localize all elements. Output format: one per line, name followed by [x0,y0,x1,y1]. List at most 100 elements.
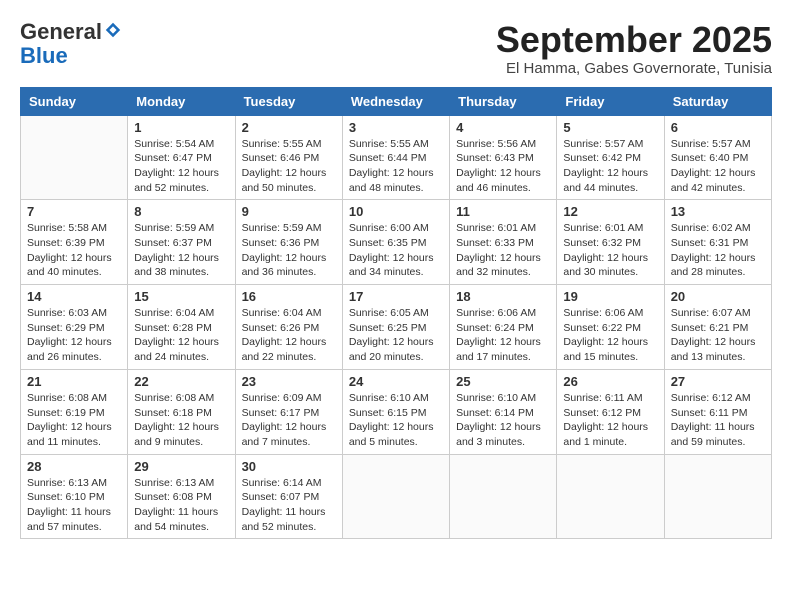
day-info: Sunrise: 6:01 AM Sunset: 6:32 PM Dayligh… [563,221,657,280]
day-info: Sunrise: 6:07 AM Sunset: 6:21 PM Dayligh… [671,306,765,365]
day-info: Sunrise: 6:02 AM Sunset: 6:31 PM Dayligh… [671,221,765,280]
day-number: 25 [456,374,550,389]
day-number: 2 [242,120,336,135]
calendar-col-header: Tuesday [235,87,342,115]
calendar-day-cell: 9 Sunrise: 5:59 AM Sunset: 6:36 PM Daylig… [235,200,342,285]
calendar-day-cell: 13 Sunrise: 6:02 AM Sunset: 6:31 PM Dayli… [664,200,771,285]
calendar-day-cell: 30 Sunrise: 6:14 AM Sunset: 6:07 PM Dayli… [235,454,342,539]
calendar-day-cell: 27 Sunrise: 6:12 AM Sunset: 6:11 PM Dayli… [664,369,771,454]
calendar-col-header: Saturday [664,87,771,115]
logo-blue-text: Blue [20,43,68,68]
calendar-week-row: 7 Sunrise: 5:58 AM Sunset: 6:39 PM Daylig… [21,200,772,285]
day-number: 3 [349,120,443,135]
day-info: Sunrise: 6:08 AM Sunset: 6:19 PM Dayligh… [27,391,121,450]
calendar-day-cell: 3 Sunrise: 5:55 AM Sunset: 6:44 PM Daylig… [342,115,449,200]
day-number: 12 [563,204,657,219]
calendar-col-header: Wednesday [342,87,449,115]
calendar-day-cell: 11 Sunrise: 6:01 AM Sunset: 6:33 PM Dayli… [450,200,557,285]
calendar-day-cell: 28 Sunrise: 6:13 AM Sunset: 6:10 PM Dayli… [21,454,128,539]
day-number: 30 [242,459,336,474]
day-info: Sunrise: 6:04 AM Sunset: 6:28 PM Dayligh… [134,306,228,365]
day-number: 8 [134,204,228,219]
calendar-col-header: Monday [128,87,235,115]
day-info: Sunrise: 6:00 AM Sunset: 6:35 PM Dayligh… [349,221,443,280]
day-number: 27 [671,374,765,389]
day-info: Sunrise: 6:05 AM Sunset: 6:25 PM Dayligh… [349,306,443,365]
day-number: 11 [456,204,550,219]
calendar-day-cell: 23Sunrise: 6:09 AM Sunset: 6:17 PM Dayli… [235,369,342,454]
day-number: 1 [134,120,228,135]
calendar-header-row: SundayMondayTuesdayWednesdayThursdayFrid… [21,87,772,115]
day-info: Sunrise: 5:55 AM Sunset: 6:46 PM Dayligh… [242,137,336,196]
day-number: 18 [456,289,550,304]
calendar-day-cell: 29Sunrise: 6:13 AM Sunset: 6:08 PM Dayli… [128,454,235,539]
day-info: Sunrise: 6:12 AM Sunset: 6:11 PM Dayligh… [671,391,765,450]
calendar-day-cell [664,454,771,539]
calendar-day-cell: 18Sunrise: 6:06 AM Sunset: 6:24 PM Dayli… [450,285,557,370]
day-number: 21 [27,374,121,389]
day-info: Sunrise: 5:56 AM Sunset: 6:43 PM Dayligh… [456,137,550,196]
calendar-day-cell: 16 Sunrise: 6:04 AM Sunset: 6:26 PM Dayli… [235,285,342,370]
day-info: Sunrise: 5:59 AM Sunset: 6:36 PM Dayligh… [242,221,336,280]
calendar-table: SundayMondayTuesdayWednesdayThursdayFrid… [20,87,772,540]
day-number: 9 [242,204,336,219]
day-number: 23 [242,374,336,389]
logo-general-text: General [20,19,102,44]
day-info: Sunrise: 5:59 AM Sunset: 6:37 PM Dayligh… [134,221,228,280]
calendar-col-header: Sunday [21,87,128,115]
page-header: General Blue September 2025 El Hamma, Ga… [20,20,772,77]
day-number: 20 [671,289,765,304]
day-info: Sunrise: 5:57 AM Sunset: 6:42 PM Dayligh… [563,137,657,196]
calendar-day-cell: 14Sunrise: 6:03 AM Sunset: 6:29 PM Dayli… [21,285,128,370]
day-number: 7 [27,204,121,219]
day-info: Sunrise: 6:04 AM Sunset: 6:26 PM Dayligh… [242,306,336,365]
calendar-day-cell: 4 Sunrise: 5:56 AM Sunset: 6:43 PM Daylig… [450,115,557,200]
calendar-day-cell [557,454,664,539]
day-number: 4 [456,120,550,135]
calendar-day-cell: 2 Sunrise: 5:55 AM Sunset: 6:46 PM Daylig… [235,115,342,200]
calendar-day-cell: 20 Sunrise: 6:07 AM Sunset: 6:21 PM Dayli… [664,285,771,370]
logo-icon [104,21,122,39]
day-number: 14 [27,289,121,304]
day-number: 17 [349,289,443,304]
calendar-day-cell: 7 Sunrise: 5:58 AM Sunset: 6:39 PM Daylig… [21,200,128,285]
day-info: Sunrise: 6:14 AM Sunset: 6:07 PM Dayligh… [242,476,336,535]
calendar-day-cell: 15Sunrise: 6:04 AM Sunset: 6:28 PM Dayli… [128,285,235,370]
calendar-col-header: Thursday [450,87,557,115]
month-title: September 2025 [496,20,772,60]
calendar-week-row: 28 Sunrise: 6:13 AM Sunset: 6:10 PM Dayli… [21,454,772,539]
day-info: Sunrise: 6:11 AM Sunset: 6:12 PM Dayligh… [563,391,657,450]
day-info: Sunrise: 5:55 AM Sunset: 6:44 PM Dayligh… [349,137,443,196]
day-info: Sunrise: 5:58 AM Sunset: 6:39 PM Dayligh… [27,221,121,280]
logo: General Blue [20,20,122,68]
calendar-day-cell [450,454,557,539]
day-info: Sunrise: 6:08 AM Sunset: 6:18 PM Dayligh… [134,391,228,450]
calendar-day-cell: 12 Sunrise: 6:01 AM Sunset: 6:32 PM Dayli… [557,200,664,285]
calendar-day-cell: 17 Sunrise: 6:05 AM Sunset: 6:25 PM Dayli… [342,285,449,370]
calendar-week-row: 14Sunrise: 6:03 AM Sunset: 6:29 PM Dayli… [21,285,772,370]
title-block: September 2025 El Hamma, Gabes Governora… [496,20,772,77]
calendar-day-cell: 5 Sunrise: 5:57 AM Sunset: 6:42 PM Daylig… [557,115,664,200]
day-number: 13 [671,204,765,219]
day-info: Sunrise: 5:54 AM Sunset: 6:47 PM Dayligh… [134,137,228,196]
calendar-day-cell [21,115,128,200]
calendar-day-cell: 8 Sunrise: 5:59 AM Sunset: 6:37 PM Daylig… [128,200,235,285]
calendar-day-cell: 26 Sunrise: 6:11 AM Sunset: 6:12 PM Dayli… [557,369,664,454]
calendar-week-row: 21 Sunrise: 6:08 AM Sunset: 6:19 PM Dayli… [21,369,772,454]
calendar-day-cell: 24Sunrise: 6:10 AM Sunset: 6:15 PM Dayli… [342,369,449,454]
day-info: Sunrise: 6:10 AM Sunset: 6:15 PM Dayligh… [349,391,443,450]
day-number: 6 [671,120,765,135]
calendar-day-cell: 25Sunrise: 6:10 AM Sunset: 6:14 PM Dayli… [450,369,557,454]
day-info: Sunrise: 6:13 AM Sunset: 6:10 PM Dayligh… [27,476,121,535]
day-number: 16 [242,289,336,304]
day-number: 5 [563,120,657,135]
day-info: Sunrise: 6:01 AM Sunset: 6:33 PM Dayligh… [456,221,550,280]
day-number: 28 [27,459,121,474]
day-number: 10 [349,204,443,219]
day-info: Sunrise: 5:57 AM Sunset: 6:40 PM Dayligh… [671,137,765,196]
day-number: 26 [563,374,657,389]
calendar-day-cell [342,454,449,539]
calendar-week-row: 1 Sunrise: 5:54 AM Sunset: 6:47 PM Daylig… [21,115,772,200]
day-number: 22 [134,374,228,389]
calendar-day-cell: 22 Sunrise: 6:08 AM Sunset: 6:18 PM Dayli… [128,369,235,454]
